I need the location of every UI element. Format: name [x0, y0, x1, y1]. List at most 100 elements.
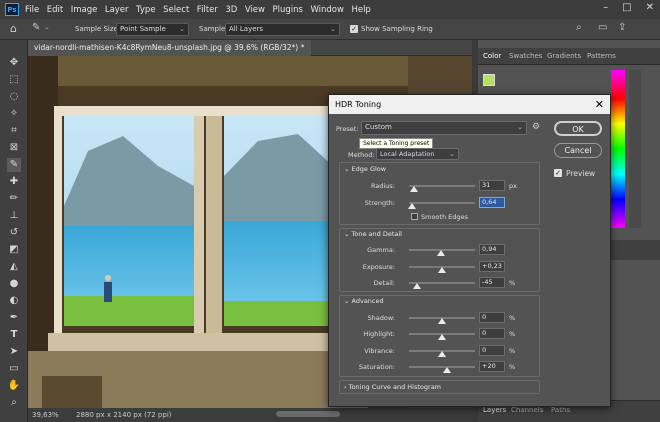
- tab-channels[interactable]: Channels: [511, 406, 543, 414]
- zoom-tool-icon[interactable]: ⌕: [7, 396, 21, 410]
- maximize-button[interactable]: □: [622, 2, 631, 13]
- slider-thumb[interactable]: [412, 283, 421, 289]
- menu-view[interactable]: View: [245, 5, 265, 15]
- edge-glow-header[interactable]: ⌄ Edge Glow: [344, 165, 386, 173]
- dialog-title: HDR Toning: [335, 100, 382, 109]
- crop-tool-icon[interactable]: ⌗: [7, 124, 21, 138]
- detail-input[interactable]: -45: [479, 277, 505, 288]
- quick-select-tool-icon[interactable]: ✧: [7, 107, 21, 121]
- panel-scrollbar[interactable]: [629, 70, 641, 228]
- slider-thumb[interactable]: [438, 318, 446, 324]
- sample-size-value: Point Sample: [120, 25, 166, 33]
- eyedropper-tool-icon[interactable]: ✎: [7, 158, 21, 172]
- gear-icon[interactable]: ⚙: [532, 122, 540, 132]
- preset-label: Preset:: [336, 125, 359, 133]
- tab-color[interactable]: Color: [483, 52, 501, 60]
- menu-image[interactable]: Image: [71, 5, 98, 15]
- marquee-tool-icon[interactable]: ⬚: [7, 73, 21, 87]
- advanced-title: Advanced: [351, 297, 384, 305]
- slider-thumb[interactable]: [443, 367, 452, 373]
- smooth-edges-checkbox[interactable]: [411, 213, 418, 220]
- type-tool-icon[interactable]: T: [7, 328, 21, 342]
- sample-value: All Layers: [229, 25, 264, 33]
- clone-stamp-tool-icon[interactable]: ⊥: [7, 209, 21, 223]
- close-window-button[interactable]: ✕: [646, 2, 654, 13]
- horizontal-scrollbar[interactable]: [276, 411, 340, 417]
- healing-brush-tool-icon[interactable]: ✚: [7, 175, 21, 189]
- menu-layer[interactable]: Layer: [105, 5, 129, 15]
- menu-filter[interactable]: Filter: [197, 5, 218, 15]
- lasso-tool-icon[interactable]: ◌: [7, 90, 21, 104]
- saturation-slider[interactable]: [409, 366, 475, 368]
- preview-checkbox[interactable]: ✓: [554, 169, 562, 177]
- minimize-button[interactable]: –: [603, 2, 608, 13]
- tab-paths[interactable]: Paths: [551, 406, 570, 414]
- shape-tool-icon[interactable]: ▭: [7, 362, 21, 376]
- shadow-unit: %: [509, 314, 516, 322]
- foreground-color-swatch[interactable]: [483, 74, 495, 86]
- dialog-title-bar[interactable]: HDR Toning ✕: [329, 95, 610, 114]
- shadow-input[interactable]: 0: [479, 312, 505, 323]
- dodge-tool-icon[interactable]: ◐: [7, 294, 21, 308]
- brush-tool-icon[interactable]: ✏: [7, 192, 21, 206]
- slider-thumb[interactable]: [438, 334, 446, 340]
- menu-help[interactable]: Help: [351, 5, 370, 15]
- home-icon[interactable]: ⌂: [10, 22, 17, 35]
- zoom-level[interactable]: 39,63%: [32, 411, 59, 419]
- highlight-input[interactable]: 0: [479, 328, 505, 339]
- share-icon[interactable]: ⇪: [618, 22, 626, 33]
- close-icon[interactable]: ✕: [595, 95, 604, 114]
- slider-thumb[interactable]: [438, 351, 446, 357]
- toning-curve-header[interactable]: › Toning Curve and Histogram: [344, 383, 441, 391]
- chevron-down-icon[interactable]: ⌄: [44, 23, 50, 31]
- paint-bucket-tool-icon[interactable]: ◭: [7, 260, 21, 274]
- radius-input[interactable]: 31: [479, 180, 505, 191]
- move-tool-icon[interactable]: ✥: [7, 56, 21, 70]
- strength-slider[interactable]: [409, 202, 475, 204]
- history-brush-tool-icon[interactable]: ↺: [7, 226, 21, 240]
- exposure-input[interactable]: +0,23: [479, 261, 505, 272]
- document-tab[interactable]: vidar-nordli-mathisen-K4c8RymNeu8-unspla…: [28, 40, 311, 68]
- frame-tool-icon[interactable]: ⊠: [7, 141, 21, 155]
- tab-patterns[interactable]: Patterns: [587, 52, 616, 60]
- tone-detail-header[interactable]: ⌄ Tone and Detail: [344, 230, 402, 238]
- workspace-icon[interactable]: ▭: [598, 22, 607, 33]
- menu-file[interactable]: File: [25, 5, 39, 15]
- search-icon[interactable]: ⌕: [576, 22, 582, 33]
- pen-tool-icon[interactable]: ✒: [7, 311, 21, 325]
- strength-input[interactable]: 0,64: [479, 197, 505, 208]
- tab-layers[interactable]: Layers: [483, 406, 506, 414]
- menu-plugins[interactable]: Plugins: [272, 5, 302, 15]
- path-select-tool-icon[interactable]: ➤: [7, 345, 21, 359]
- advanced-header[interactable]: ⌄ Advanced: [344, 297, 384, 305]
- menu-select[interactable]: Select: [163, 5, 189, 15]
- radius-slider[interactable]: [409, 185, 475, 187]
- slider-thumb[interactable]: [408, 203, 417, 209]
- chevron-down-icon: ⌄: [517, 123, 523, 131]
- cancel-button[interactable]: Cancel: [554, 143, 602, 158]
- slider-thumb[interactable]: [410, 186, 419, 192]
- sample-size-select[interactable]: Point Sample ⌄: [116, 23, 189, 36]
- menu-window[interactable]: Window: [310, 5, 344, 15]
- tab-swatches[interactable]: Swatches: [509, 52, 542, 60]
- ok-button[interactable]: OK: [554, 121, 602, 136]
- gamma-input[interactable]: 0,94: [479, 244, 505, 255]
- eyedropper-preset-icon[interactable]: ✎: [32, 22, 40, 33]
- vibrance-input[interactable]: 0: [479, 345, 505, 356]
- slider-thumb[interactable]: [438, 267, 446, 273]
- slider-thumb[interactable]: [436, 250, 445, 256]
- hand-tool-icon[interactable]: ✋: [7, 379, 21, 393]
- hue-slider[interactable]: [611, 70, 625, 228]
- tab-gradients[interactable]: Gradients: [547, 52, 581, 60]
- blur-tool-icon[interactable]: ●: [7, 277, 21, 291]
- preset-select[interactable]: Custom ⌄: [361, 121, 527, 135]
- method-select[interactable]: Local Adaptation ⌄: [376, 148, 459, 160]
- eraser-tool-icon[interactable]: ◩: [7, 243, 21, 257]
- saturation-input[interactable]: +20: [479, 361, 505, 372]
- sample-select[interactable]: All Layers ⌄: [225, 23, 340, 36]
- menu-type[interactable]: Type: [136, 5, 156, 15]
- detail-unit: %: [509, 279, 516, 287]
- show-ring-checkbox[interactable]: ✓: [350, 25, 358, 33]
- menu-edit[interactable]: Edit: [47, 5, 63, 15]
- menu-3d[interactable]: 3D: [225, 5, 237, 15]
